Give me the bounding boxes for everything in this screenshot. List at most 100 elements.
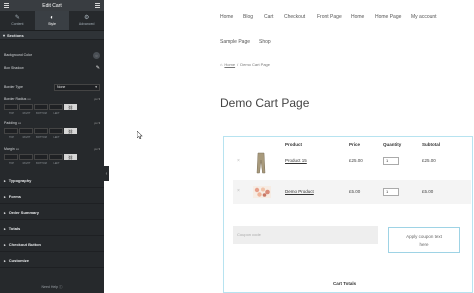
panel-collapse-toggle[interactable]: ‹ <box>104 166 109 181</box>
caret-down-icon: ▾ <box>3 32 6 38</box>
border-type-row: Border Type None ▾ <box>0 83 104 91</box>
menu-icon[interactable] <box>4 3 9 9</box>
breadcrumb-home-link[interactable]: Home <box>224 62 235 67</box>
link-values-icon[interactable]: ⛓ <box>64 154 77 160</box>
background-color-row: Background Color ◌ <box>0 51 104 59</box>
tab-content-label: Content <box>11 22 24 26</box>
padding-inputs: ⛓ <box>4 128 100 134</box>
nav-link[interactable]: Checkout <box>284 14 305 20</box>
margin-bottom-input[interactable] <box>34 154 48 160</box>
section-label: Checkout Button <box>8 242 41 247</box>
nav-link[interactable]: Shop <box>259 39 271 45</box>
section-checkout-button[interactable]: ▸ Checkout Button <box>0 238 104 252</box>
padding-bottom-input[interactable] <box>34 128 48 134</box>
color-picker-icon[interactable]: ◌ <box>93 51 100 59</box>
section-label: Totals <box>8 226 21 231</box>
radius-top-input[interactable] <box>4 104 18 110</box>
tab-style-label: Style <box>48 22 56 26</box>
margin-label: Margin ▭ <box>4 147 19 151</box>
section-forms[interactable]: ▸ Forms <box>0 190 104 204</box>
half-circle-icon: ◐ <box>50 15 54 21</box>
widgets-grid-icon[interactable] <box>95 3 100 9</box>
margin-dimension-labels: TOP RIGHT BOTTOM LEFT <box>8 162 60 165</box>
border-radius-row: Border Radius ▭ px ▾ <box>0 96 104 102</box>
radius-dimension-labels: TOP RIGHT BOTTOM LEFT <box>8 112 60 115</box>
chevron-left-icon: ‹ <box>105 170 108 177</box>
section-typography[interactable]: ▸ Typography <box>0 174 104 188</box>
quantity-input[interactable]: 1 <box>383 188 399 196</box>
tab-advanced-label: Advanced <box>78 22 95 26</box>
nav-link[interactable]: Cart <box>264 14 273 20</box>
tab-advanced[interactable]: ⚙ Advanced <box>69 11 104 30</box>
border-type-value: None <box>57 85 66 89</box>
remove-item-icon[interactable]: × <box>237 158 240 164</box>
pencil-icon: ✎ <box>14 15 20 21</box>
nav-link[interactable]: Home <box>220 14 233 20</box>
nav-link[interactable]: Front Page <box>317 14 342 20</box>
desktop-icon: ▭ <box>27 97 31 101</box>
border-type-select[interactable]: None ▾ <box>54 83 100 91</box>
margin-left-input[interactable] <box>49 154 63 160</box>
padding-left-input[interactable] <box>49 128 63 134</box>
flowers-thumbnail[interactable] <box>253 186 271 198</box>
panel-header: Edit Cart <box>0 0 104 11</box>
unit-selector[interactable]: px ▾ <box>94 121 100 125</box>
product-subtotal: £5.00 <box>422 189 434 194</box>
section-label: Order Summary <box>8 210 39 215</box>
padding-right-input[interactable] <box>19 128 33 134</box>
desktop-icon: ▭ <box>17 121 22 125</box>
margin-top-input[interactable] <box>4 154 18 160</box>
page-title: Demo Cart Page <box>220 96 310 110</box>
radius-left-input[interactable] <box>49 104 63 110</box>
caret-right-icon: ▸ <box>4 258 6 263</box>
radius-right-input[interactable] <box>19 104 33 110</box>
tab-content[interactable]: ✎ Content <box>0 11 35 30</box>
caret-right-icon: ▸ <box>4 242 6 247</box>
apply-coupon-label: Apply coupon text <box>406 234 442 239</box>
desktop-icon: ▭ <box>15 147 19 151</box>
breadcrumb-current: Demo Cart Page <box>240 62 271 67</box>
panel-title: Edit Cart <box>42 2 62 9</box>
unit-selector[interactable]: px ▾ <box>94 97 100 101</box>
caret-right-icon: ▸ <box>4 226 6 231</box>
nav-link[interactable]: My account <box>411 14 437 20</box>
need-help-label: Need Help <box>41 285 59 289</box>
product-subtotal: £25.00 <box>422 158 436 163</box>
padding-top-input[interactable] <box>4 128 18 134</box>
remove-item-icon[interactable]: × <box>237 188 240 194</box>
border-radius-label: Border Radius ▭ <box>4 97 31 101</box>
margin-right-input[interactable] <box>19 154 33 160</box>
link-values-icon[interactable]: ⛓ <box>64 104 77 110</box>
nav-link[interactable]: Home <box>351 14 364 20</box>
nav-link[interactable]: Home Page <box>375 14 401 20</box>
coupon-code-input[interactable]: Coupon code <box>233 226 378 244</box>
border-type-label: Border Type <box>4 85 24 89</box>
nav-link[interactable]: Sample Page <box>220 39 250 45</box>
cart-totals-heading: Cart Totals <box>333 281 357 286</box>
section-totals[interactable]: ▸ Totals <box>0 222 104 236</box>
need-help-link[interactable]: Need Help ⓘ <box>0 285 104 290</box>
product-link[interactable]: Product 15 <box>285 158 307 163</box>
unit-selector[interactable]: px ▾ <box>94 147 100 151</box>
sections-header[interactable]: ▾ Sections <box>0 31 104 40</box>
sections-title: Sections <box>7 32 24 38</box>
margin-inputs: ⛓ <box>4 154 100 160</box>
breadcrumb-separator: / <box>237 62 239 67</box>
mouse-pointer-icon <box>137 131 143 139</box>
quantity-input[interactable]: 1 <box>383 157 399 165</box>
section-customize[interactable]: ▸ Customize <box>0 254 104 268</box>
nav-link[interactable]: Blog <box>243 14 253 20</box>
radius-bottom-input[interactable] <box>34 104 48 110</box>
caret-right-icon: ▸ <box>4 178 6 183</box>
link-values-icon[interactable]: ⛓ <box>64 128 77 134</box>
margin-row: Margin ▭ px ▾ <box>0 146 104 152</box>
apply-coupon-button[interactable]: Apply coupon text here <box>388 227 460 253</box>
section-order-summary[interactable]: ▸ Order Summary <box>0 206 104 220</box>
product-link[interactable]: Demo Product <box>285 189 314 194</box>
trousers-thumbnail[interactable] <box>256 152 266 174</box>
padding-dimension-labels: TOP RIGHT BOTTOM LEFT <box>8 136 60 139</box>
tab-style[interactable]: ◐ Style <box>34 11 70 30</box>
breadcrumb: ⌂ Home / Demo Cart Page <box>220 62 270 67</box>
section-label: Forms <box>8 194 21 199</box>
edit-pencil-icon[interactable]: ✎ <box>96 65 100 71</box>
